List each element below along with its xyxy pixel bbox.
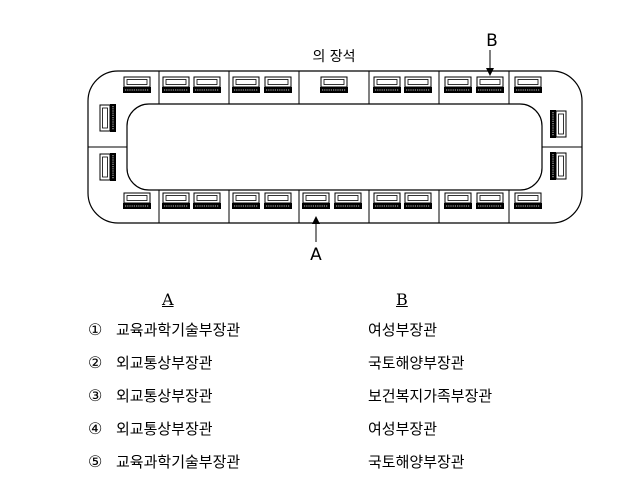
option-a-text: 교육과학기술부장관: [116, 453, 241, 471]
laptop-icon: [404, 192, 432, 209]
laptop-icon: [123, 76, 151, 93]
laptop-icon: [123, 192, 151, 209]
laptop-icon: [514, 76, 542, 93]
option-a-text: 외교통상부장관: [116, 354, 213, 372]
laptop-icon: [232, 192, 260, 209]
option-number: ②: [88, 353, 103, 372]
option-number: ③: [88, 386, 103, 405]
laptop-icon: [334, 192, 362, 209]
column-header-b: B: [396, 290, 408, 309]
laptop-icon: [550, 110, 567, 138]
option-b-text: 여성부장관: [368, 321, 438, 339]
option-row-2: ② 외교통상부장관 국토해양부장관: [88, 351, 568, 375]
option-row-3: ③ 외교통상부장관 보건복지가족부장관: [88, 384, 568, 408]
laptop-icon: [476, 76, 504, 93]
option-b-text: 국토해양부장관: [368, 354, 465, 372]
seating-diagram: 의 장석 B A: [87, 31, 583, 265]
laptop-icon: [476, 192, 504, 209]
laptop-icon: [444, 192, 472, 209]
option-row-5: ⑤ 교육과학기술부장관 국토해양부장관: [88, 450, 568, 474]
pointer-a-label: A: [310, 245, 322, 265]
laptop-icon: [162, 192, 190, 209]
laptop-icon: [193, 76, 221, 93]
laptop-icon: [264, 192, 292, 209]
option-number: ⑤: [88, 452, 103, 471]
option-a-text: 교육과학기술부장관: [116, 321, 241, 339]
laptop-icon: [232, 76, 260, 93]
option-number: ①: [88, 320, 103, 339]
pointer-b-label: B: [486, 31, 498, 51]
column-header-a: A: [162, 290, 174, 309]
option-number: ④: [88, 419, 103, 438]
option-row-4: ④ 외교통상부장관 여성부장관: [88, 417, 568, 441]
option-a-text: 외교통상부장관: [116, 420, 213, 438]
laptop-icon: [193, 192, 221, 209]
option-b-text: 여성부장관: [368, 420, 438, 438]
table-inner: [126, 103, 543, 191]
option-a-text: 외교통상부장관: [116, 387, 213, 405]
laptop-icon: [404, 76, 432, 93]
laptop-icon: [550, 152, 567, 180]
laptop-icon: [373, 192, 401, 209]
option-row-1: ① 교육과학기술부장관 여성부장관: [88, 318, 568, 342]
laptop-icon: [302, 192, 330, 209]
laptop-icon: [264, 76, 292, 93]
laptop-icon: [99, 153, 116, 181]
option-b-text: 국토해양부장관: [368, 453, 465, 471]
laptop-icon: [99, 104, 116, 132]
laptop-icon: [162, 76, 190, 93]
laptop-icon: [444, 76, 472, 93]
option-b-text: 보건복지가족부장관: [368, 387, 493, 405]
laptop-icon: [514, 192, 542, 209]
laptop-icon: [320, 76, 348, 93]
laptop-icon: [373, 76, 401, 93]
chair-seat-label: 의 장석: [312, 49, 355, 65]
